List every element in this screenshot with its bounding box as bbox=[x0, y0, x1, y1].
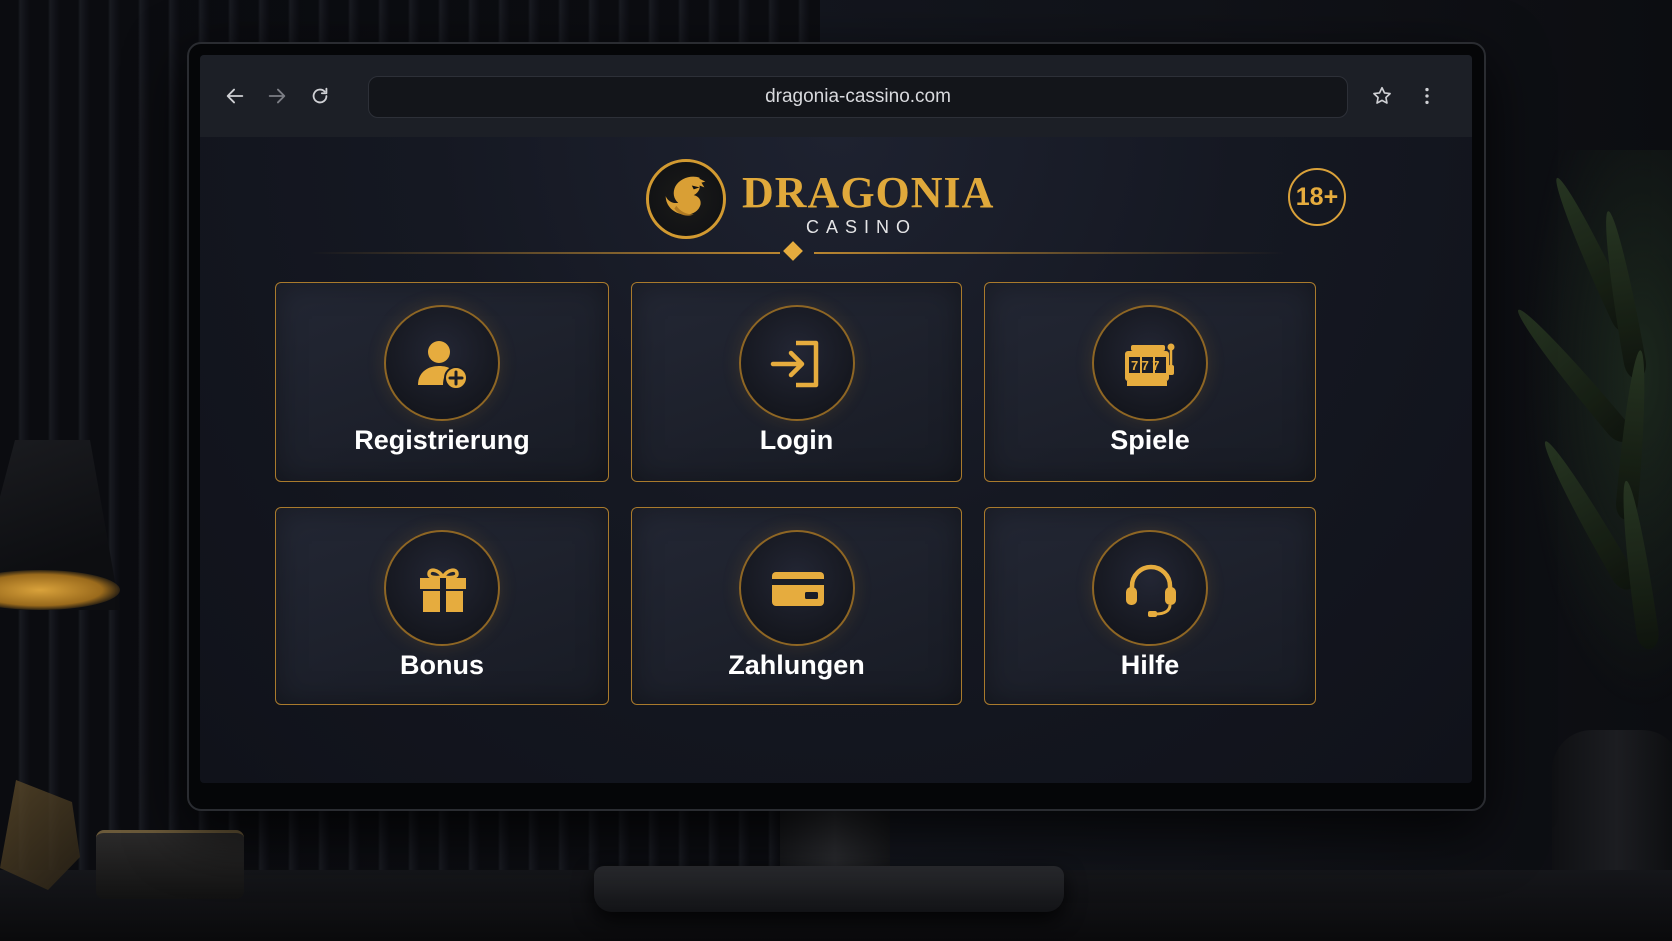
slot-machine-icon: 777 bbox=[1125, 343, 1175, 386]
icon-circle: 777 bbox=[1092, 305, 1208, 421]
tile-bonus[interactable]: Bonus bbox=[275, 507, 609, 705]
add-user-icon bbox=[418, 341, 468, 390]
age-restriction-badge: 18+ bbox=[1288, 168, 1346, 226]
login-icon bbox=[770, 340, 818, 388]
address-bar[interactable]: dragonia-cassino.com bbox=[368, 76, 1348, 118]
tile-label: Registrierung bbox=[354, 425, 530, 455]
reload-button[interactable] bbox=[305, 81, 335, 111]
tile-label: Spiele bbox=[1110, 425, 1190, 455]
back-button[interactable] bbox=[220, 81, 250, 111]
icon-circle bbox=[738, 530, 855, 646]
tile-hilfe[interactable]: Hilfe bbox=[984, 507, 1316, 705]
monitor-base bbox=[594, 866, 1064, 912]
site-logo[interactable]: DRAGONIA CASINO bbox=[646, 159, 1006, 249]
tile-zahlungen[interactable]: Zahlungen bbox=[631, 507, 962, 705]
tile-login[interactable]: Login bbox=[631, 282, 962, 482]
url-text: dragonia-cassino.com bbox=[765, 86, 951, 107]
browser-menu-button[interactable] bbox=[1412, 81, 1442, 111]
tile-label: Bonus bbox=[400, 650, 484, 680]
icon-circle bbox=[384, 305, 500, 421]
icon-circle bbox=[738, 305, 855, 421]
back-arrow-icon bbox=[226, 88, 244, 104]
browser-window: dragonia-cassino.com DRAGONIA CASINO 18+ bbox=[200, 55, 1472, 783]
more-vert-icon bbox=[1425, 87, 1429, 105]
headset-icon bbox=[1126, 564, 1176, 617]
tile-spiele[interactable]: 777 Spiele bbox=[984, 282, 1316, 482]
gift-icon bbox=[420, 568, 466, 612]
browser-toolbar: dragonia-cassino.com bbox=[200, 55, 1472, 137]
header-divider-left bbox=[310, 252, 780, 254]
dragon-icon bbox=[665, 176, 706, 216]
tile-registrierung[interactable]: Registrierung bbox=[275, 282, 609, 482]
logo-emblem bbox=[646, 159, 726, 239]
header-divider-right bbox=[814, 252, 1284, 254]
bookmark-button[interactable] bbox=[1367, 81, 1397, 111]
credit-card-icon bbox=[771, 572, 824, 606]
forward-button[interactable] bbox=[262, 81, 292, 111]
tile-label: Login bbox=[759, 425, 834, 455]
icon-circle bbox=[384, 530, 500, 646]
reload-icon bbox=[312, 87, 328, 104]
forward-arrow-icon bbox=[268, 88, 286, 104]
decor-box bbox=[96, 830, 244, 899]
icon-circle bbox=[1092, 530, 1208, 646]
monitor: dragonia-cassino.com DRAGONIA CASINO 18+ bbox=[187, 42, 1486, 811]
slot-reels-text: 777 bbox=[1131, 358, 1163, 373]
tile-label: Hilfe bbox=[1120, 650, 1180, 680]
plant bbox=[1509, 150, 1672, 710]
brand-name: DRAGONIA bbox=[742, 168, 995, 217]
brand-subtitle: CASINO bbox=[806, 217, 918, 237]
star-icon bbox=[1373, 86, 1391, 104]
tile-label: Zahlungen bbox=[728, 650, 865, 680]
